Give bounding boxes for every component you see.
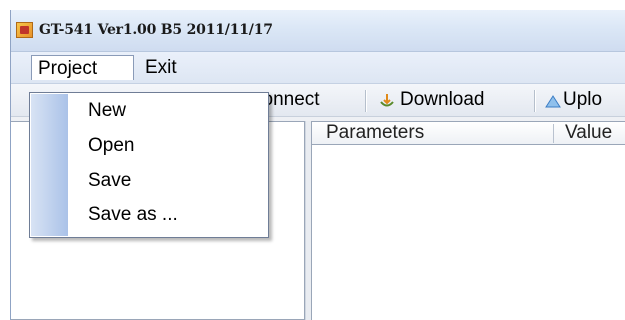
menu-icon-gutter (31, 94, 68, 236)
app-window: GT-541 Ver1.00 B5 2011/11/17 Project Exi… (10, 10, 625, 320)
download-icon[interactable] (379, 93, 395, 109)
menu-item-save-as[interactable]: Save as ... (88, 199, 178, 231)
toolbar-separator (534, 90, 536, 112)
menu-item-new[interactable]: New (88, 95, 126, 127)
upload-icon[interactable] (545, 94, 561, 108)
app-icon (16, 22, 33, 38)
column-separator[interactable] (553, 124, 554, 143)
upload-button[interactable]: Uplo (563, 88, 602, 112)
parameters-grid-header: Parameters Value (311, 121, 625, 145)
title-bar[interactable]: GT-541 Ver1.00 B5 2011/11/17 (11, 10, 625, 52)
toolbar-separator (365, 90, 367, 112)
menu-item-open[interactable]: Open (88, 130, 134, 162)
menu-bar: Project Exit (11, 52, 625, 84)
download-button[interactable]: Download (400, 88, 485, 112)
menu-exit[interactable]: Exit (139, 55, 183, 80)
menu-project[interactable]: Project (31, 55, 134, 80)
column-header-value[interactable]: Value (565, 122, 612, 144)
window-title: GT-541 Ver1.00 B5 2011/11/17 (39, 22, 273, 38)
menu-item-save[interactable]: Save (88, 165, 131, 197)
parameters-grid[interactable] (311, 145, 625, 320)
column-header-parameters[interactable]: Parameters (326, 122, 424, 144)
project-dropdown-menu: New Open Save Save as ... (29, 92, 269, 238)
